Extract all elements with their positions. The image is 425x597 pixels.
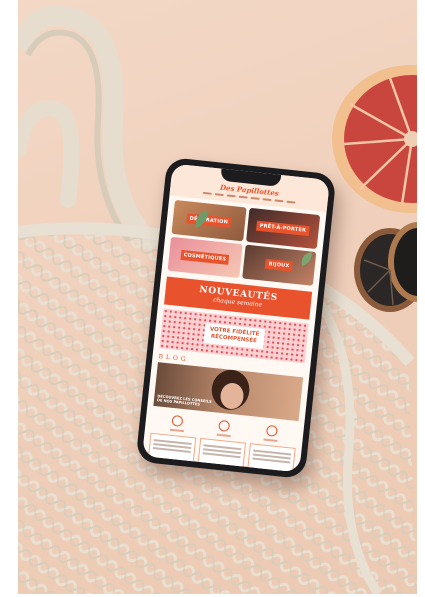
photo-scene: Des Papillottes DÉCORATION PRÊT-À-PORTER… [18,0,417,594]
loyalty-box: VOTRE FIDÉLITÉ RÉCOMPENSÉE [203,322,265,349]
category-label: BIJOUX [265,258,293,272]
nav-item[interactable] [202,191,212,195]
delivery-icon[interactable] [214,419,236,438]
gift-icon[interactable] [167,414,189,433]
nav-item[interactable] [250,196,260,200]
nav-item[interactable] [285,200,295,204]
category-label: COSMÉTIQUES [180,249,230,265]
phone-screen: Des Papillottes DÉCORATION PRÊT-À-PORTER… [142,163,330,473]
nav-item[interactable] [226,194,236,198]
dried-citrus-slices [354,222,417,312]
nav-item[interactable] [261,198,272,202]
category-cosmetiques[interactable]: COSMÉTIQUES [167,236,243,279]
leaf-icon [301,252,312,266]
category-grid: DÉCORATION PRÊT-À-PORTER COSMÉTIQUES BIJ… [161,195,326,290]
leaf-icon [195,210,208,228]
dried-grapefruit-slice [332,65,417,213]
category-label: PRÊT-À-PORTER [256,220,310,237]
smartphone: Des Papillottes DÉCORATION PRÊT-À-PORTER… [135,156,337,480]
nav-item[interactable] [238,195,248,199]
nav-item[interactable] [214,193,224,196]
nav-item[interactable] [273,199,284,203]
category-pret-a-porter[interactable]: PRÊT-À-PORTER [245,207,321,250]
phone-icon[interactable] [261,424,283,443]
